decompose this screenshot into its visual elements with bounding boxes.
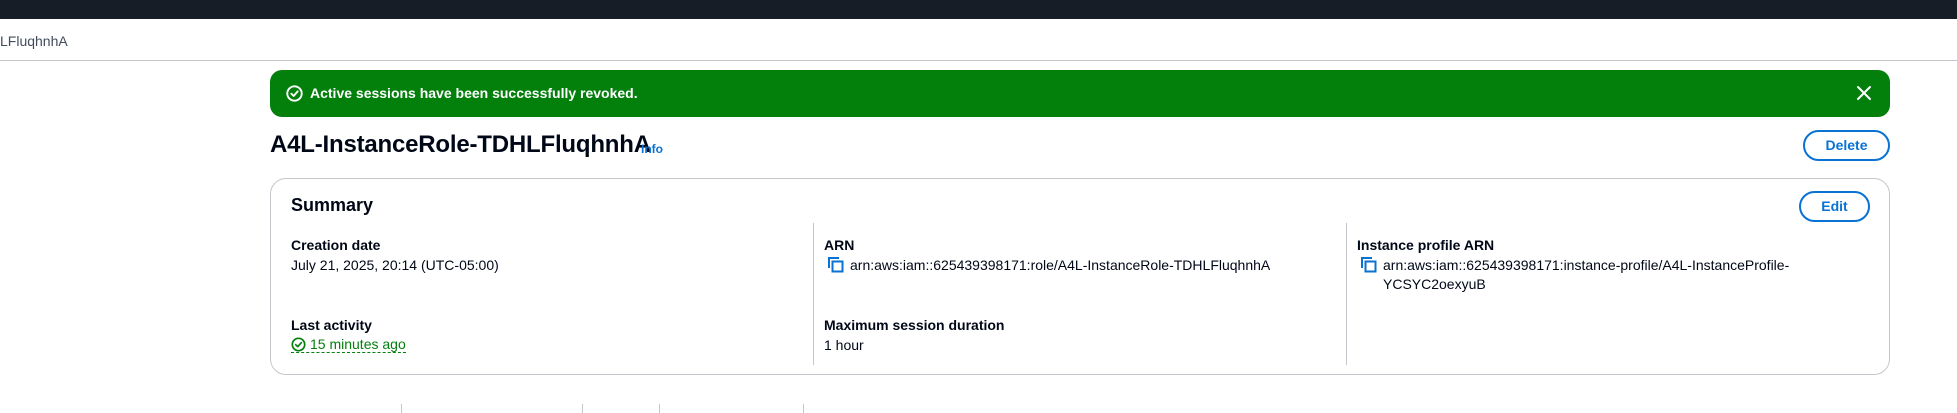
delete-button[interactable]: Delete — [1803, 130, 1890, 161]
max-session-label: Maximum session duration — [824, 317, 1005, 333]
success-circle-icon — [286, 85, 303, 102]
copy-icon[interactable] — [827, 256, 845, 274]
summary-card: Summary Edit Creation date July 21, 2025… — [270, 178, 1890, 375]
instance-profile-arn-value-line1: arn:aws:iam::625439398171:instance-profi… — [1383, 257, 1790, 273]
instance-profile-arn-value-line2: YCSYC2oexyuB — [1383, 276, 1486, 292]
status-positive-icon — [291, 336, 306, 352]
flash-message: Active sessions have been successfully r… — [310, 85, 638, 101]
arn-value: arn:aws:iam::625439398171:role/A4L-Insta… — [850, 257, 1271, 273]
tab-divider — [401, 404, 402, 413]
edit-button[interactable]: Edit — [1799, 191, 1870, 222]
top-navigation-bar — [0, 0, 1957, 19]
last-activity-value: 15 minutes ago — [310, 336, 406, 352]
info-link[interactable]: Info — [641, 142, 663, 156]
summary-title: Summary — [291, 195, 374, 215]
max-session-value: 1 hour — [824, 337, 864, 353]
instance-profile-arn-label: Instance profile ARN — [1357, 237, 1495, 253]
creation-date-label: Creation date — [291, 237, 381, 253]
column-divider — [813, 223, 814, 365]
column-divider — [1346, 223, 1347, 365]
last-activity-label: Last activity — [291, 317, 372, 333]
arn-label: ARN — [824, 237, 855, 253]
copy-icon[interactable] — [1360, 256, 1378, 274]
tab-divider — [659, 404, 660, 413]
creation-date-value: July 21, 2025, 20:14 (UTC-05:00) — [291, 257, 499, 273]
tab-divider — [582, 404, 583, 413]
breadcrumb: LFluqhnhA — [0, 19, 1957, 61]
breadcrumb-current[interactable]: LFluqhnhA — [0, 33, 68, 49]
close-icon[interactable] — [1854, 83, 1874, 103]
success-flash-banner: Active sessions have been successfully r… — [270, 70, 1890, 117]
last-activity-link[interactable]: 15 minutes ago — [291, 336, 406, 353]
tab-divider — [803, 404, 804, 413]
page-title: A4L-InstanceRole-TDHLFluqhnhA — [270, 131, 651, 158]
